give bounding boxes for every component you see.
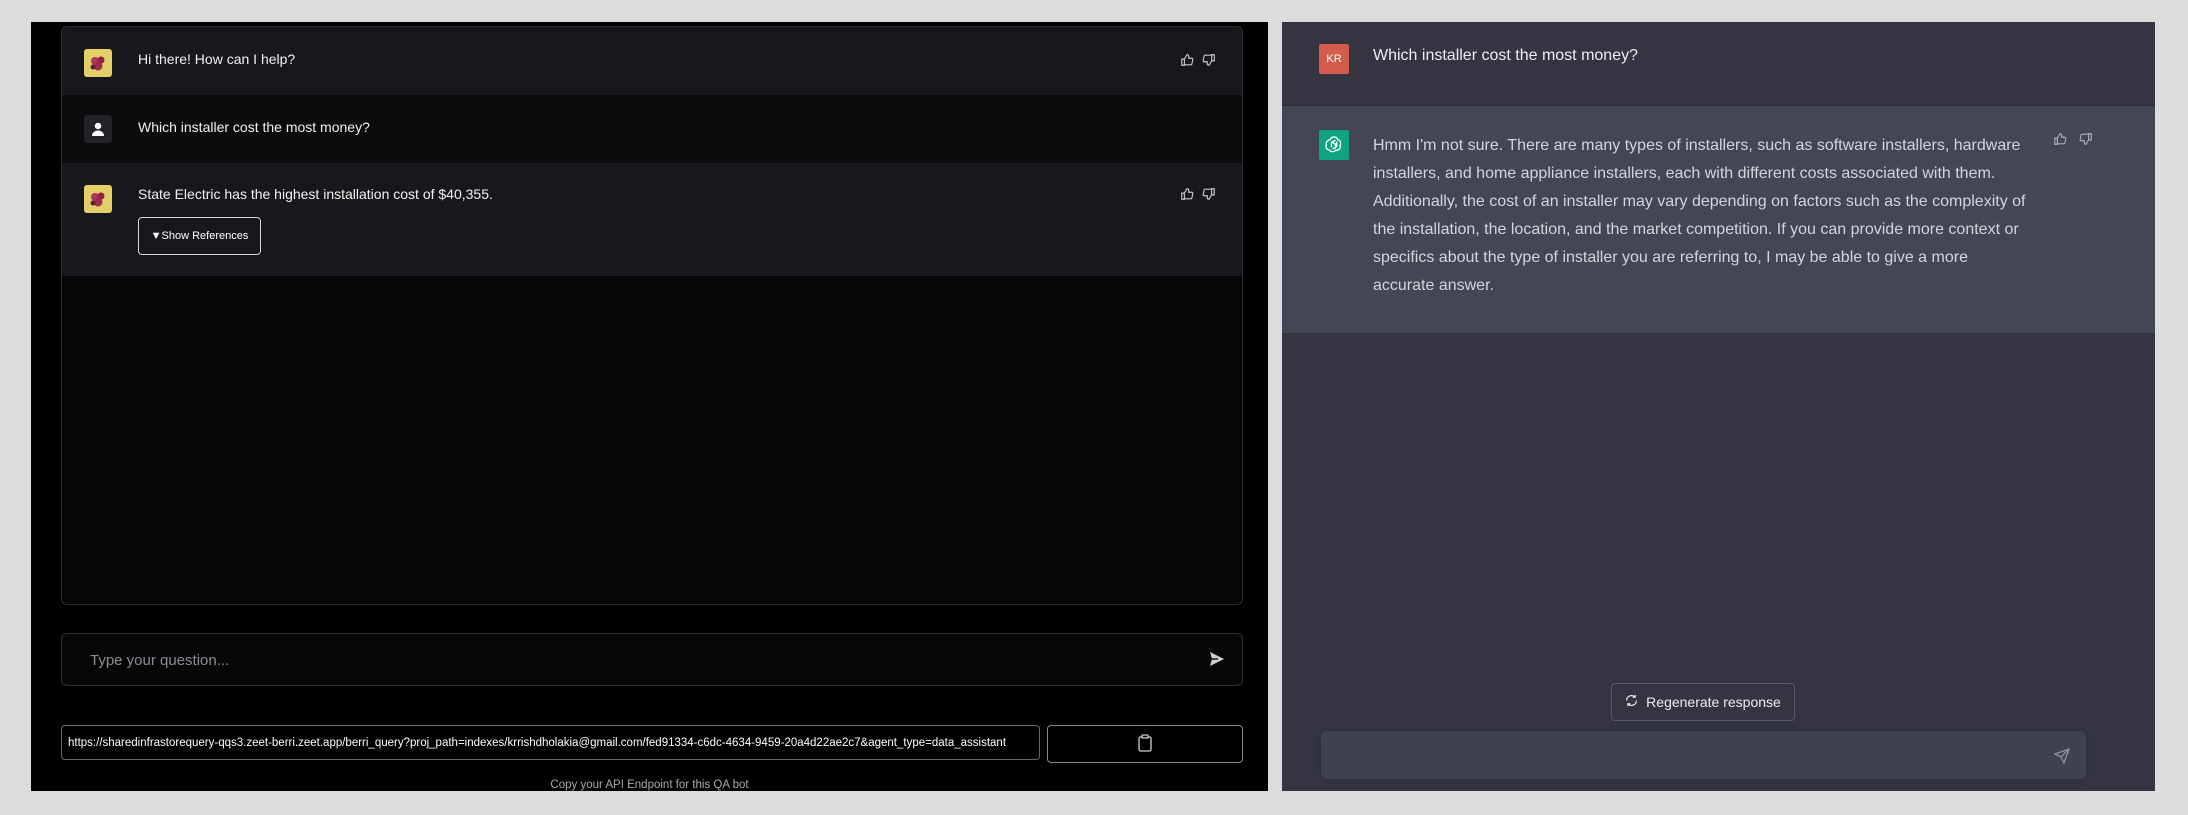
right-chat-panel: KR Which installer cost the most money? … [1282,22,2155,791]
chat-history: Hi there! How can I help? Which installe… [61,26,1243,605]
api-endpoint-caption: Copy your API Endpoint for this QA bot [550,779,749,791]
message-text: Hi there! How can I help? [138,51,296,67]
left-chat-panel: Hi there! How can I help? Which installe… [31,22,1268,791]
thumbs-down-icon[interactable] [2079,132,2093,151]
prompt-input[interactable] [1335,744,2025,766]
regenerate-response-button[interactable]: Regenerate response [1611,683,1795,721]
openai-logo-icon [1319,130,1349,160]
thumbs-down-icon[interactable] [1202,187,1216,206]
message-text: Which installer cost the most money? [1373,47,1638,64]
message-text: State Electric has the highest installat… [138,186,493,202]
user-avatar: KR [1319,44,1349,74]
message-text: Which installer cost the most money? [138,119,370,135]
send-icon[interactable] [1208,650,1226,673]
question-input[interactable] [90,649,1150,671]
prompt-input-container [1321,731,2086,779]
chat-message-user: Which installer cost the most money? [62,95,1242,163]
bot-avatar-icon [84,49,112,77]
user-avatar-icon [84,115,112,143]
thumbs-down-icon[interactable] [1202,53,1216,72]
thumbs-up-icon[interactable] [2053,132,2067,151]
chat-message-bot: State Electric has the highest installat… [62,163,1242,276]
chat-message-user: KR Which installer cost the most money? [1282,22,2155,106]
message-text: Hmm I'm not sure. There are many types o… [1373,137,2026,294]
refresh-icon [1625,694,1638,710]
paper-plane-icon[interactable] [2053,747,2071,769]
copy-endpoint-button[interactable] [1047,725,1243,763]
regenerate-label: Regenerate response [1646,694,1781,710]
question-input-container [61,633,1243,686]
show-references-button[interactable]: ▼Show References [138,217,261,255]
bot-avatar-icon [84,185,112,213]
chat-message-bot: Hi there! How can I help? [62,27,1242,95]
clipboard-icon [1137,733,1153,755]
chat-message-assistant: Hmm I'm not sure. There are many types o… [1282,106,2155,333]
thumbs-up-icon[interactable] [1180,53,1194,72]
api-endpoint-field[interactable] [61,725,1040,760]
thumbs-up-icon[interactable] [1180,187,1194,206]
